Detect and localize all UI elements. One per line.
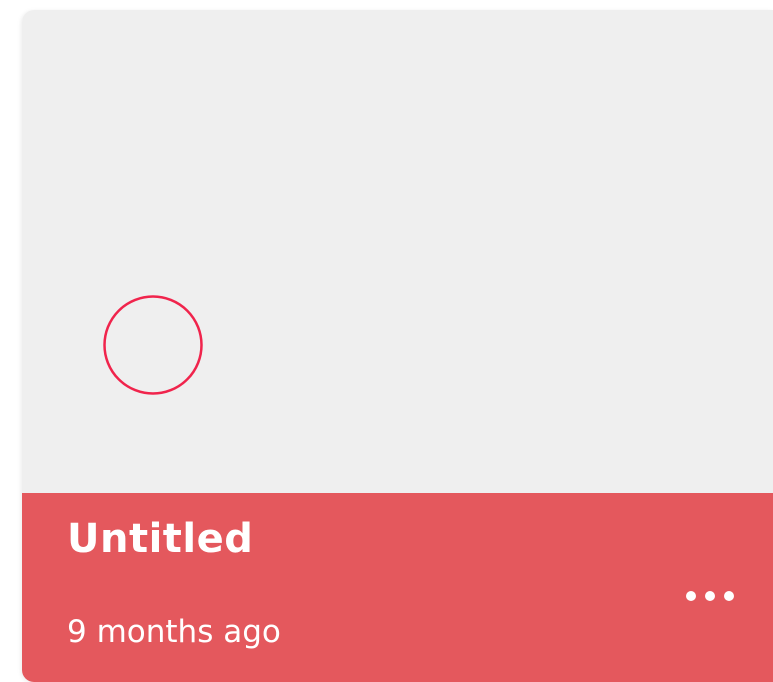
card-timestamp: 9 months ago (67, 614, 281, 650)
circle-shape (103, 295, 203, 395)
more-horizontal-icon-dot (724, 591, 734, 601)
more-options-button[interactable] (673, 577, 747, 615)
project-card[interactable]: Untitled 9 months ago (22, 10, 773, 682)
thumbnail-canvas (103, 295, 203, 395)
card-footer: Untitled 9 months ago (22, 493, 773, 682)
card-thumbnail[interactable] (22, 10, 773, 493)
more-horizontal-icon-dot (705, 591, 715, 601)
card-title: Untitled (67, 516, 254, 562)
more-horizontal-icon (686, 591, 696, 601)
